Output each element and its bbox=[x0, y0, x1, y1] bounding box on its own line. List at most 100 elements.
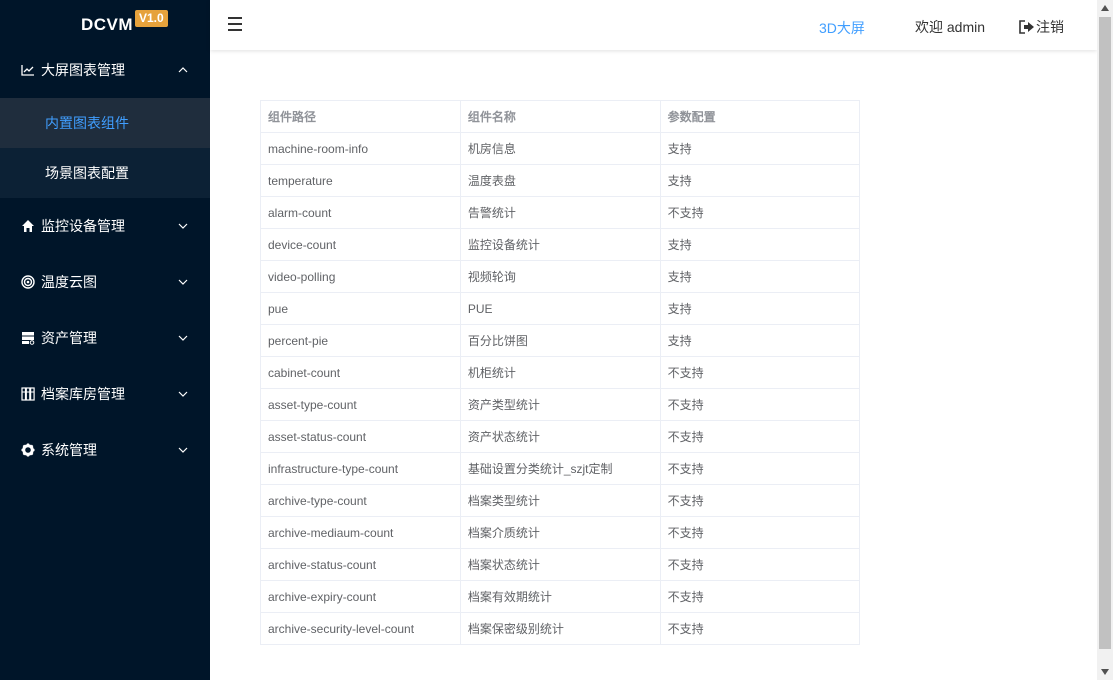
scrollbar-thumb[interactable] bbox=[1099, 17, 1111, 649]
top-header: 3D大屏 欢迎 admin 注销 bbox=[210, 0, 1097, 50]
table-header-row: 组件路径 组件名称 参数配置 bbox=[260, 100, 861, 133]
cell-component-path: asset-status-count bbox=[260, 420, 461, 453]
menu-group-bigscreen: 大屏图表管理 内置图表组件 场景图表配置 bbox=[0, 42, 210, 198]
cell-component-name: 档案有效期统计 bbox=[459, 580, 661, 613]
menu-item-bigscreen-chart-management[interactable]: 大屏图表管理 bbox=[0, 42, 210, 98]
table-row: cabinet-count 机柜统计 不支持 bbox=[260, 356, 861, 389]
table-row: archive-expiry-count 档案有效期统计 不支持 bbox=[260, 580, 861, 613]
cell-param-config: 不支持 bbox=[659, 484, 861, 517]
server-icon bbox=[20, 331, 35, 346]
menu-item-label: 大屏图表管理 bbox=[41, 62, 125, 78]
table-row: asset-status-count 资产状态统计 不支持 bbox=[260, 420, 861, 453]
menu-item-archive-storage-management[interactable]: 档案库房管理 bbox=[0, 366, 210, 422]
table-row: pue PUE 支持 bbox=[260, 292, 861, 325]
cell-component-name: 告警统计 bbox=[459, 196, 661, 229]
cell-component-name: 温度表盘 bbox=[459, 164, 661, 197]
home-icon bbox=[20, 219, 35, 234]
submenu-bigscreen: 内置图表组件 场景图表配置 bbox=[0, 98, 210, 198]
cell-component-name: 机房信息 bbox=[459, 132, 661, 165]
table-row: archive-type-count 档案类型统计 不支持 bbox=[260, 484, 861, 517]
welcome-text: 欢迎 admin bbox=[915, 19, 986, 35]
cell-component-path: asset-type-count bbox=[260, 388, 461, 421]
table-row: alarm-count 告警统计 不支持 bbox=[260, 196, 861, 229]
cell-param-config: 不支持 bbox=[659, 580, 861, 613]
chevron-down-icon bbox=[178, 277, 188, 287]
table-row: archive-status-count 档案状态统计 不支持 bbox=[260, 548, 861, 581]
scroll-down-arrow-icon[interactable] bbox=[1097, 664, 1113, 680]
cell-param-config: 支持 bbox=[659, 260, 861, 293]
cell-component-path: archive-type-count bbox=[260, 484, 461, 517]
cell-component-name: 视频轮询 bbox=[459, 260, 661, 293]
cell-param-config: 支持 bbox=[659, 164, 861, 197]
cell-param-config: 支持 bbox=[659, 292, 861, 325]
sign-out-icon bbox=[1019, 20, 1035, 34]
cell-component-path: archive-security-level-count bbox=[260, 612, 461, 645]
cell-component-name: 基础设置分类统计_szjt定制 bbox=[459, 452, 661, 485]
sidebar: DCVM V1.0 大屏图表管理 内置图表组件 场景图表配置 监控设备管理 温度… bbox=[0, 0, 210, 680]
chevron-down-icon bbox=[178, 445, 188, 455]
submenu-item-builtin-chart-components[interactable]: 内置图表组件 bbox=[0, 98, 210, 148]
logo: DCVM V1.0 bbox=[0, 0, 210, 42]
cell-component-path: percent-pie bbox=[260, 324, 461, 357]
submenu-item-label: 内置图表组件 bbox=[45, 115, 129, 131]
logout-button[interactable]: 注销 bbox=[1019, 17, 1064, 37]
table-row: video-polling 视频轮询 支持 bbox=[260, 260, 861, 293]
cell-component-name: 档案保密级别统计 bbox=[459, 612, 661, 645]
table-row: asset-type-count 资产类型统计 不支持 bbox=[260, 388, 861, 421]
table-row: device-count 监控设备统计 支持 bbox=[260, 228, 861, 261]
menu-item-system-management[interactable]: 系统管理 bbox=[0, 422, 210, 478]
3d-screen-link[interactable]: 3D大屏 bbox=[819, 18, 865, 38]
chevron-down-icon bbox=[178, 389, 188, 399]
menu-item-asset-management[interactable]: 资产管理 bbox=[0, 310, 210, 366]
chevron-down-icon bbox=[178, 333, 188, 343]
cell-component-name: 监控设备统计 bbox=[459, 228, 661, 261]
scroll-up-arrow-icon[interactable] bbox=[1097, 0, 1113, 16]
submenu-item-label: 场景图表配置 bbox=[45, 165, 129, 181]
cell-component-path: archive-expiry-count bbox=[260, 580, 461, 613]
cell-component-path: infrastructure-type-count bbox=[260, 452, 461, 485]
app-root: DCVM V1.0 大屏图表管理 内置图表组件 场景图表配置 监控设备管理 温度… bbox=[0, 0, 1113, 680]
column-header-name: 组件名称 bbox=[459, 100, 661, 133]
table-row: archive-mediaum-count 档案介质统计 不支持 bbox=[260, 516, 861, 549]
hamburger-menu-icon[interactable] bbox=[228, 17, 242, 31]
main-content: 组件路径 组件名称 参数配置 machine-room-info 机房信息 支持 te… bbox=[210, 50, 1097, 680]
menu-item-temperature-cloud[interactable]: 温度云图 bbox=[0, 254, 210, 310]
column-header-path: 组件路径 bbox=[260, 100, 461, 133]
cell-param-config: 不支持 bbox=[659, 516, 861, 549]
menu-item-label: 档案库房管理 bbox=[41, 386, 125, 402]
cell-component-name: 百分比饼图 bbox=[459, 324, 661, 357]
cell-component-path: machine-room-info bbox=[260, 132, 461, 165]
cell-component-name: 资产状态统计 bbox=[459, 420, 661, 453]
table-row: machine-room-info 机房信息 支持 bbox=[260, 132, 861, 165]
menu-item-label: 监控设备管理 bbox=[41, 218, 125, 234]
cell-component-path: cabinet-count bbox=[260, 356, 461, 389]
component-table: 组件路径 组件名称 参数配置 machine-room-info 机房信息 支持 te… bbox=[260, 100, 861, 645]
cell-component-path: pue bbox=[260, 292, 461, 325]
cell-component-name: PUE bbox=[459, 292, 661, 325]
submenu-item-scene-chart-config[interactable]: 场景图表配置 bbox=[0, 148, 210, 198]
cell-component-name: 资产类型统计 bbox=[459, 388, 661, 421]
cell-component-name: 档案介质统计 bbox=[459, 516, 661, 549]
cell-param-config: 不支持 bbox=[659, 420, 861, 453]
cell-component-path: alarm-count bbox=[260, 196, 461, 229]
cell-component-path: video-polling bbox=[260, 260, 461, 293]
cell-param-config: 支持 bbox=[659, 228, 861, 261]
chevron-down-icon bbox=[178, 221, 188, 231]
cell-component-path: archive-status-count bbox=[260, 548, 461, 581]
menu-item-label: 温度云图 bbox=[41, 274, 97, 290]
cell-param-config: 支持 bbox=[659, 324, 861, 357]
column-header-config: 参数配置 bbox=[659, 100, 861, 133]
menu-item-monitor-device-management[interactable]: 监控设备管理 bbox=[0, 198, 210, 254]
menu-item-label: 系统管理 bbox=[41, 442, 97, 458]
cell-component-name: 机柜统计 bbox=[459, 356, 661, 389]
table-row: temperature 温度表盘 支持 bbox=[260, 164, 861, 197]
archive-icon bbox=[20, 387, 35, 402]
cell-component-name: 档案类型统计 bbox=[459, 484, 661, 517]
cell-component-name: 档案状态统计 bbox=[459, 548, 661, 581]
cell-param-config: 不支持 bbox=[659, 452, 861, 485]
vertical-scrollbar[interactable] bbox=[1097, 0, 1113, 680]
cell-component-path: device-count bbox=[260, 228, 461, 261]
menu-item-label: 资产管理 bbox=[41, 330, 97, 346]
table-row: archive-security-level-count 档案保密级别统计 不支持 bbox=[260, 612, 861, 645]
line-chart-icon bbox=[20, 63, 35, 78]
